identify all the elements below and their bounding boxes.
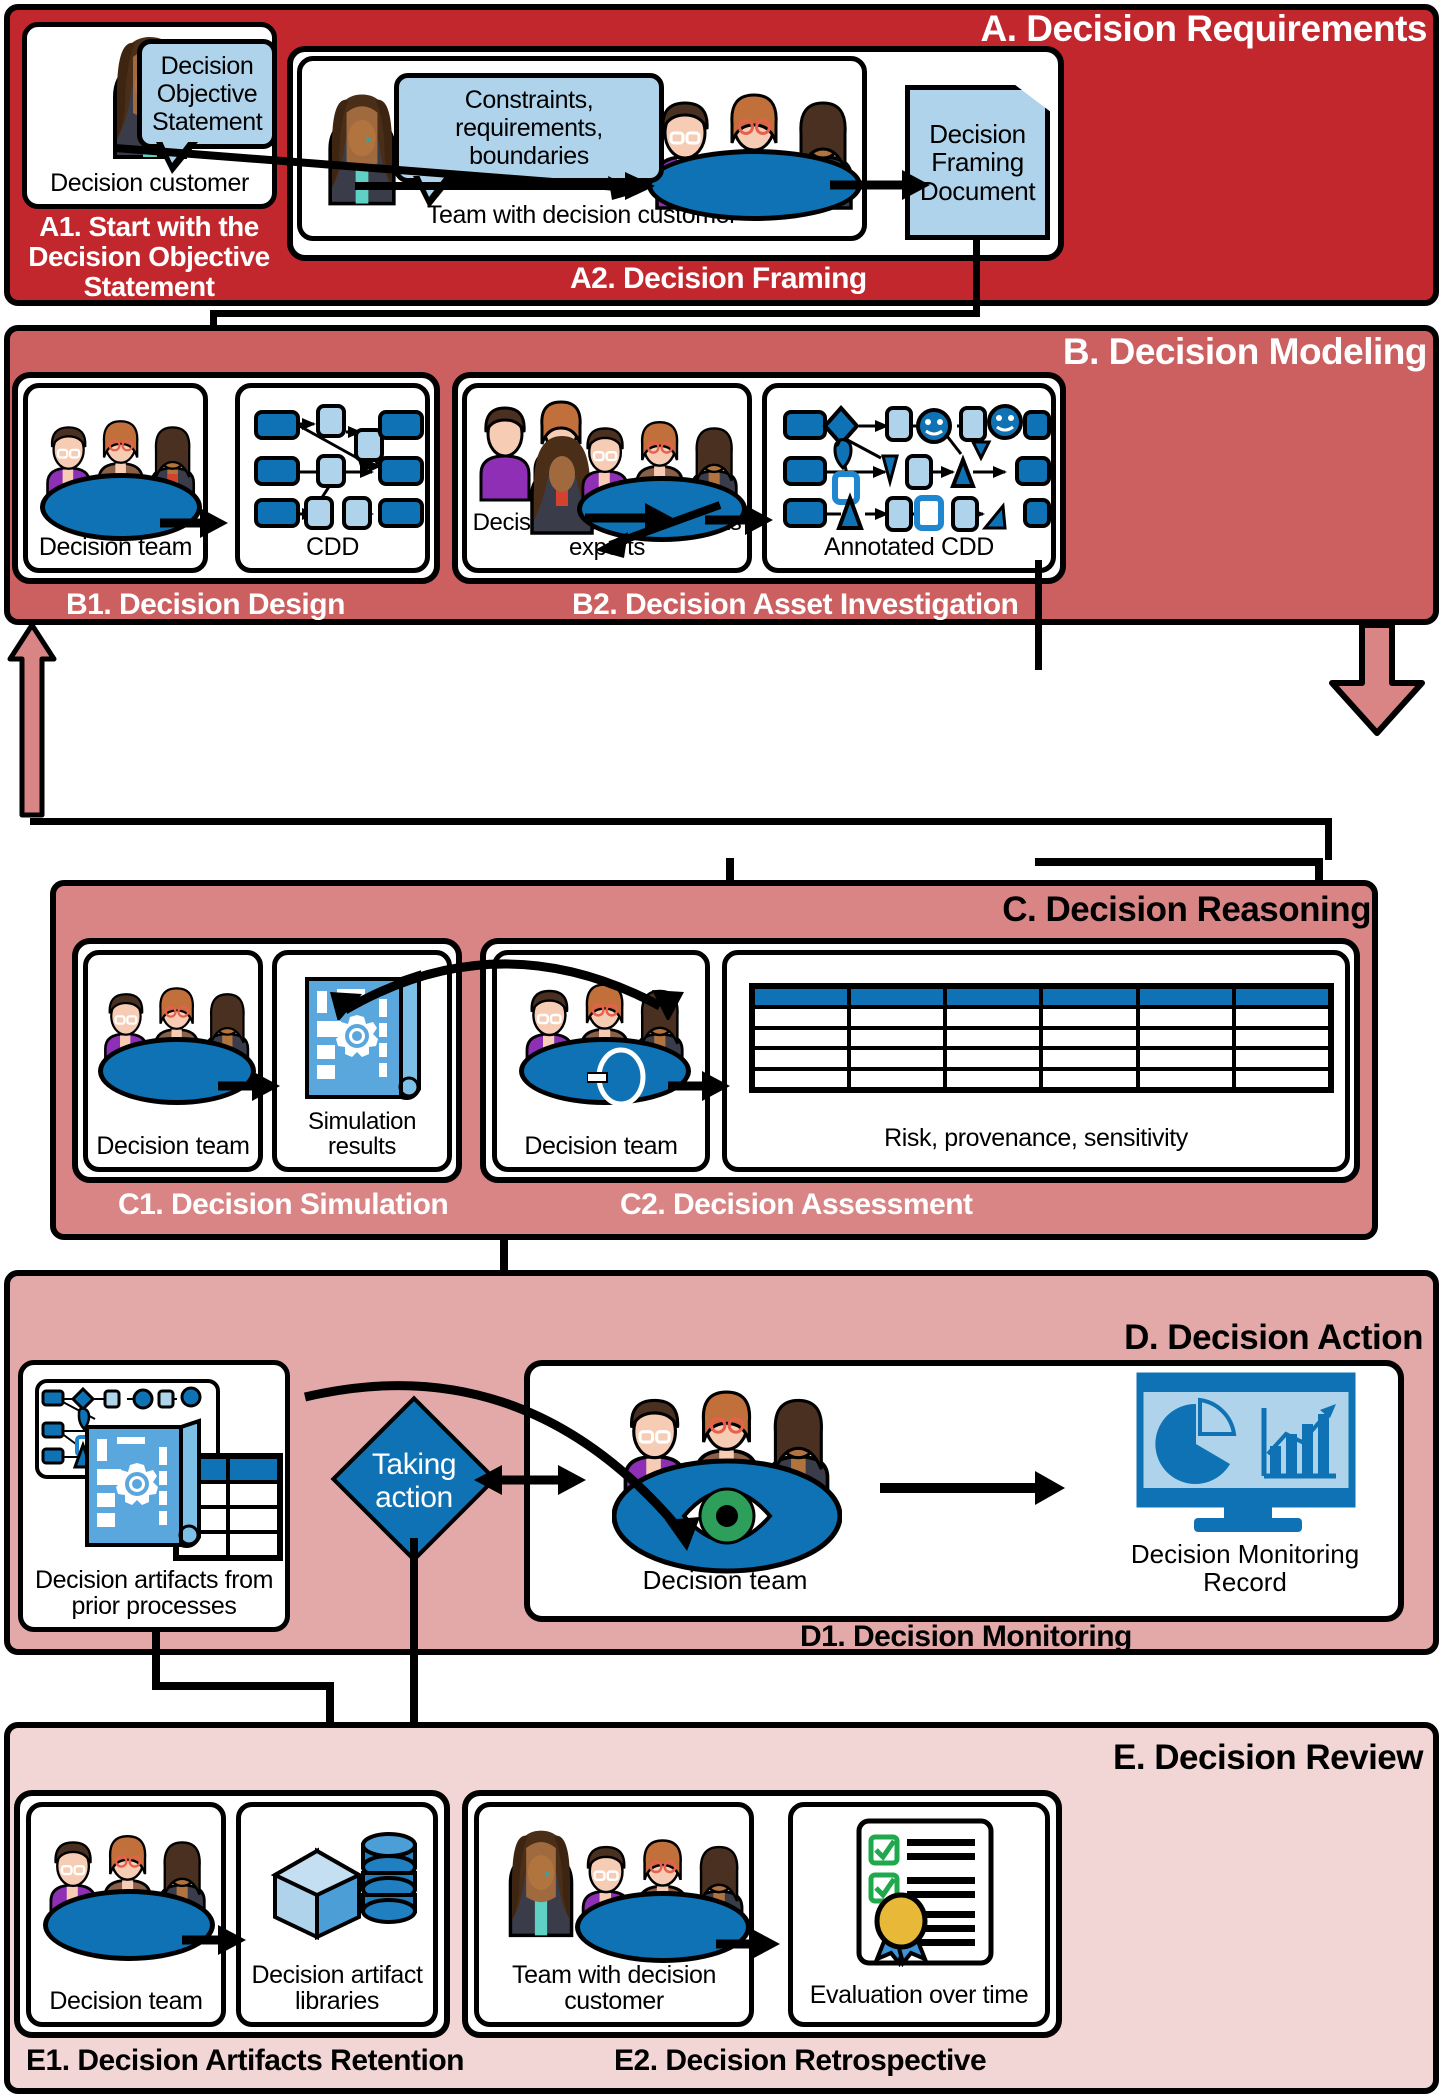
phase-b-title: B. Decision Modeling [1062, 331, 1428, 372]
table-cell [849, 1007, 946, 1028]
conn-left-feedback-vert [1325, 818, 1332, 860]
arrow-team-to-libraries [182, 1925, 246, 1955]
card-decision-monitoring-record: Decision Monitoring Record [1120, 1372, 1380, 1622]
evaluation-over-time-label: Evaluation over time [809, 1980, 1029, 2009]
decision-team-label: Decision team [49, 1986, 203, 2015]
a1-line3: Statement [83, 271, 215, 303]
conn-b2-down [1035, 560, 1042, 670]
table-cell [945, 1007, 1042, 1028]
table-cell [849, 1048, 946, 1069]
card-decision-artifact-libraries: Decision artifact libraries [236, 1802, 438, 2027]
table-cell [1137, 1027, 1234, 1049]
arrow-table-to-doc [830, 170, 930, 200]
card-team-with-decision-customer-e2: Team with decision customer [474, 1802, 754, 2027]
table-cell [1137, 1068, 1234, 1089]
conn-left-feedback-horiz [30, 818, 1330, 825]
feedback-arrow-left [7, 625, 57, 818]
decision-process-diagram: A. Decision Requirements Decision Object… [0, 0, 1443, 2100]
a1-line1: A1. Start with the [39, 211, 259, 242]
arrow-team-to-monitor [880, 1471, 1065, 1505]
phase-e-title: E. Decision Review [1112, 1738, 1424, 1777]
table-header-cell [1233, 987, 1330, 1008]
conn-b2-top-horiz [1035, 858, 1323, 866]
table-cell [753, 1068, 850, 1089]
card-annotated-cdd: Annotated CDD [762, 383, 1056, 573]
table-header-cell [1137, 987, 1234, 1008]
card-decision-team-e1: Decision team [26, 1802, 226, 2027]
table-cell [945, 1068, 1042, 1089]
table-cell [1137, 1048, 1234, 1069]
table-header-cell [849, 987, 946, 1008]
phase-c-title: C. Decision Reasoning [1002, 890, 1371, 929]
arrow-c1-to-c2-curve [330, 959, 684, 1020]
table-cell [849, 1027, 946, 1049]
table-cell [1041, 1007, 1138, 1028]
phase-b1-label: B1. Decision Design [66, 588, 345, 621]
table-cell [1233, 1027, 1330, 1049]
phase-e1-label: E1. Decision Artifacts Retention [26, 2044, 464, 2077]
card-evaluation-over-time: Evaluation over time [788, 1802, 1050, 2027]
simulation-results-icon [85, 1418, 201, 1548]
phase-b2-label: B2. Decision Asset Investigation [572, 588, 1019, 621]
table-cell [1041, 1027, 1138, 1049]
conn-artifacts-horiz [152, 1682, 334, 1690]
team-with-decision-customer-label: Team with decision customer [511, 1960, 716, 2015]
annotated-cdd-label: Annotated CDD [824, 532, 994, 561]
decision-team-label: Decision team [96, 1131, 250, 1160]
table-cell [753, 1048, 850, 1069]
table-cell [849, 1068, 946, 1089]
card-decision-team-c1: Decision team [83, 950, 263, 1172]
magnifier-icon [587, 1047, 646, 1107]
table-cell [1233, 1048, 1330, 1069]
phase-a1-label: A1. Start with the Decision Objective St… [14, 211, 284, 303]
phase-a2-label: A2. Decision Framing [570, 262, 867, 295]
arrow-diamond-to-team [474, 1465, 586, 1495]
artifact-libraries-icon [270, 1832, 417, 1941]
arrow-person-to-table [355, 172, 655, 200]
table-header-cell [753, 987, 850, 1008]
table-cell [1233, 1068, 1330, 1089]
decision-framing-document: Decision Framing Document [905, 85, 1050, 240]
phase-c1-label: C1. Decision Simulation [118, 1188, 449, 1221]
conn-doc-horiz [210, 310, 980, 317]
table-header-cell [945, 987, 1042, 1008]
table-header-cell [1041, 987, 1138, 1008]
evaluation-checklist-icon [856, 1818, 994, 1967]
a1-line2: Decision Objective [28, 241, 270, 273]
phase-d1-label: D1. Decision Monitoring [800, 1620, 1132, 1653]
card-risk-provenance-sensitivity: Risk, provenance, sensitivity [722, 950, 1350, 1172]
monitor-icon [1136, 1372, 1356, 1532]
table-cell [1233, 1007, 1330, 1028]
risk-table-grid [749, 983, 1334, 1093]
arrow-experts-to-annotated-cdd [705, 505, 773, 535]
table-cell [753, 1007, 850, 1028]
arrow-team-to-sim [218, 1071, 280, 1101]
table-cell [1137, 1007, 1234, 1028]
phase-c2-label: C2. Decision Assessment [620, 1188, 973, 1221]
phase-d-title: D. Decision Action [1124, 1318, 1423, 1357]
table-cell [753, 1027, 850, 1049]
conn-doc-down [973, 240, 980, 315]
annotated-cdd-graph-icon [783, 404, 1051, 532]
table-cell [945, 1027, 1042, 1049]
decision-team-label: Decision team [524, 1131, 678, 1160]
arrow-team-to-table-c2 [668, 1071, 730, 1101]
arrow-team-to-evaluation [716, 1929, 780, 1959]
phase-a-title: A. Decision Requirements [980, 8, 1427, 49]
conn-artifacts-down [152, 1630, 160, 1688]
phase-e2-label: E2. Decision Retrospective [614, 2044, 987, 2077]
simulation-results-label: Simulation results [307, 1107, 417, 1160]
table-cell [1041, 1048, 1138, 1069]
bubble-text: Decision Objective Statement [152, 52, 263, 136]
risk-provenance-sensitivity-label: Risk, provenance, sensitivity [884, 1123, 1188, 1152]
table-cell [945, 1048, 1042, 1069]
table-cell [1041, 1068, 1138, 1089]
feedback-arrow-c-to-b [1329, 625, 1425, 736]
decision-artifact-libraries-label: Decision artifact libraries [251, 1960, 423, 2015]
decision-monitoring-record-label: Decision Monitoring Record [1130, 1539, 1360, 1598]
